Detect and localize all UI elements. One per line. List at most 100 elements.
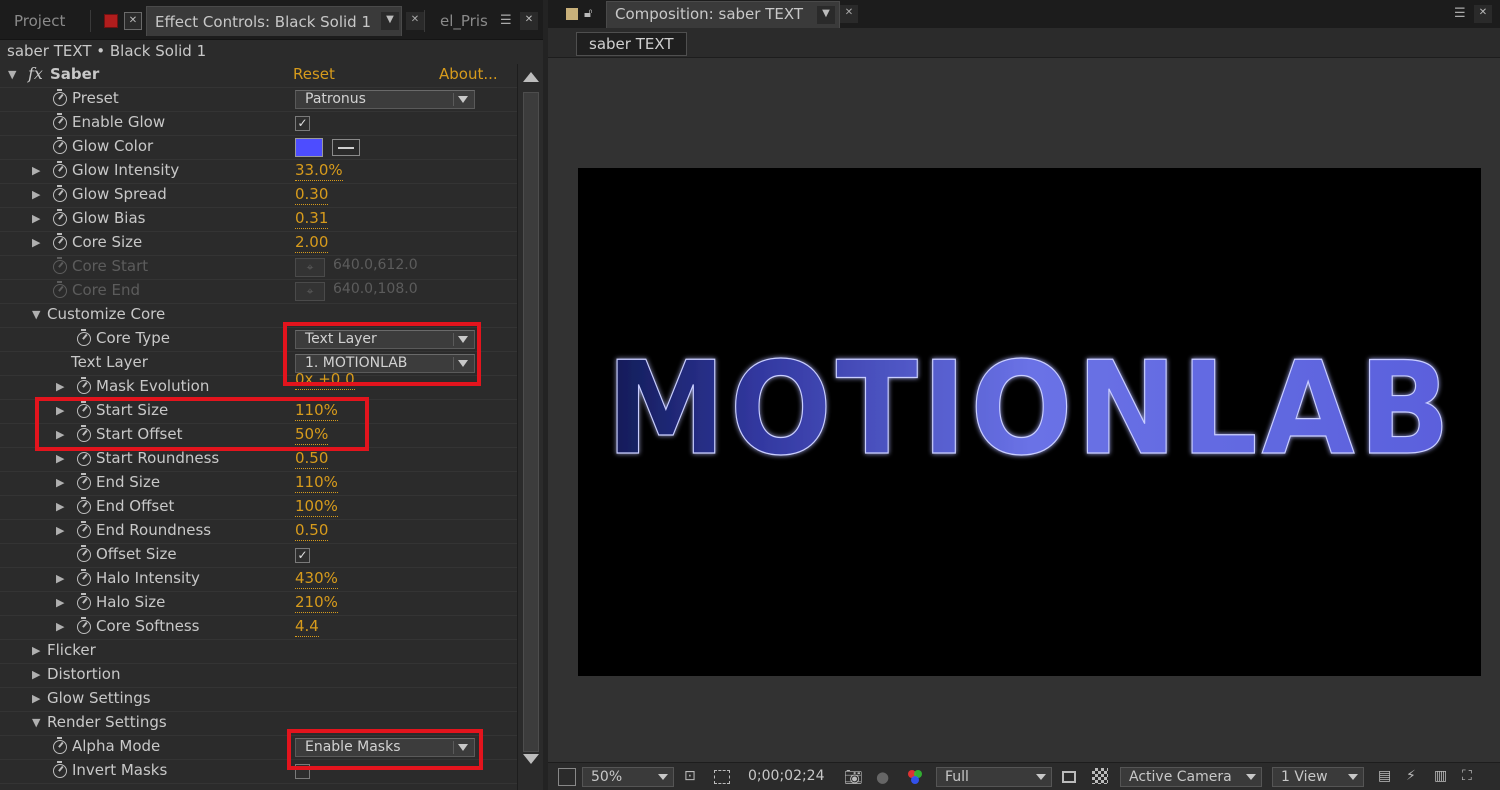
end-roundness-value[interactable]: 0.50 (295, 521, 329, 541)
close-icon[interactable]: ✕ (840, 5, 858, 23)
zoom-dropdown[interactable]: 50% (582, 767, 674, 787)
stopwatch-icon[interactable] (53, 161, 67, 178)
stopwatch-icon[interactable] (77, 593, 91, 610)
about-link[interactable]: About... (439, 65, 498, 83)
effect-header-saber[interactable]: ▼ fx Saber Reset About... (0, 64, 517, 88)
core-softness-value[interactable]: 4.4 (295, 617, 319, 637)
resolution-dropdown[interactable]: Full (936, 767, 1052, 787)
tab-composition[interactable]: Composition: saber TEXT ▼ (606, 1, 840, 28)
roi-icon[interactable] (1062, 771, 1076, 783)
start-offset-value[interactable]: 50% (295, 425, 329, 445)
expand-triangle-icon[interactable]: ▶ (56, 477, 66, 489)
expand-triangle-icon[interactable]: ▶ (32, 237, 42, 249)
group-render-settings[interactable]: ▼ Render Settings (0, 712, 517, 736)
expand-triangle-icon[interactable]: ▶ (56, 429, 66, 441)
panel-menu-icon[interactable]: ☰ (500, 14, 516, 28)
glow-color-swatch[interactable] (295, 138, 323, 157)
close-icon[interactable]: ✕ (1474, 5, 1492, 23)
invert-masks-checkbox[interactable] (295, 764, 310, 779)
end-offset-value[interactable]: 100% (295, 497, 338, 517)
view-layout-dropdown[interactable]: 1 View (1272, 767, 1364, 787)
end-size-value[interactable]: 110% (295, 473, 338, 493)
stopwatch-icon[interactable] (53, 737, 67, 754)
stopwatch-icon[interactable] (77, 617, 91, 634)
stopwatch-icon[interactable] (53, 233, 67, 250)
scroll-up-arrow-icon[interactable] (523, 72, 539, 82)
stopwatch-icon[interactable] (77, 449, 91, 466)
timeline-icon[interactable]: ▥ (1434, 768, 1452, 786)
expand-triangle-icon[interactable]: ▼ (32, 309, 42, 321)
preset-dropdown[interactable]: Patronus (295, 90, 475, 109)
expand-triangle-icon[interactable]: ▶ (32, 213, 42, 225)
fit-frame-icon[interactable]: ⊡ (684, 768, 702, 786)
stopwatch-icon[interactable] (77, 497, 91, 514)
expand-triangle-icon[interactable]: ▶ (32, 669, 42, 681)
camera-dropdown[interactable]: Active Camera (1120, 767, 1262, 787)
close-tab-icon[interactable]: ✕ (124, 12, 142, 30)
group-flicker[interactable]: ▶ Flicker (0, 640, 517, 664)
expand-triangle-icon[interactable]: ▶ (56, 573, 66, 585)
safe-area-icon[interactable] (714, 770, 730, 784)
group-customize-core[interactable]: ▼ Customize Core (0, 304, 517, 328)
stopwatch-icon[interactable] (77, 473, 91, 490)
tab-effect-controls[interactable]: Effect Controls: Black Solid 1 ▼ (146, 6, 402, 36)
timecode[interactable]: 0;00;02;24 (748, 767, 825, 787)
glow-intensity-value[interactable]: 33.0% (295, 161, 343, 181)
halo-size-value[interactable]: 210% (295, 593, 338, 613)
reset-link[interactable]: Reset (293, 65, 335, 83)
scroll-down-arrow-icon[interactable] (523, 754, 539, 764)
stopwatch-icon[interactable] (53, 761, 67, 778)
stopwatch-icon[interactable] (53, 209, 67, 226)
stopwatch-icon[interactable] (77, 329, 91, 346)
group-distortion[interactable]: ▶ Distortion (0, 664, 517, 688)
expand-triangle-icon[interactable]: ▶ (32, 693, 42, 705)
composition-breadcrumb[interactable]: saber TEXT (576, 32, 687, 56)
stopwatch-icon[interactable] (77, 377, 91, 394)
close-icon[interactable]: ✕ (406, 12, 424, 30)
glow-bias-value[interactable]: 0.31 (295, 209, 329, 229)
eyedropper-icon[interactable] (332, 139, 360, 156)
show-snapshot-icon[interactable]: ● (876, 768, 894, 786)
alpha-mode-dropdown[interactable]: Enable Masks (295, 738, 475, 757)
glow-spread-value[interactable]: 0.30 (295, 185, 329, 205)
expand-triangle-icon[interactable]: ▶ (56, 501, 66, 513)
expand-triangle-icon[interactable]: ▶ (56, 621, 66, 633)
tab-el-prism[interactable]: el_Pris (432, 6, 496, 36)
expand-triangle-icon[interactable]: ▶ (56, 453, 66, 465)
core-size-value[interactable]: 2.00 (295, 233, 329, 253)
stopwatch-icon[interactable] (53, 137, 67, 154)
stopwatch-icon[interactable] (53, 185, 67, 202)
chevron-down-icon[interactable]: ▼ (817, 6, 835, 24)
panel-lock-icon[interactable] (104, 14, 118, 28)
expand-triangle-icon[interactable]: ▶ (56, 525, 66, 537)
expand-triangle-icon[interactable]: ▶ (56, 381, 66, 393)
expand-triangle-icon[interactable]: ▶ (32, 645, 42, 657)
expand-triangle-icon[interactable]: ▶ (32, 165, 42, 177)
stopwatch-icon[interactable] (53, 89, 67, 106)
color-channels-icon[interactable] (906, 768, 924, 786)
expand-triangle-icon[interactable]: ▶ (56, 597, 66, 609)
start-size-value[interactable]: 110% (295, 401, 338, 421)
expand-triangle-icon[interactable]: ▼ (32, 717, 42, 729)
transparency-grid-icon[interactable] (1092, 768, 1108, 784)
enable-glow-checkbox[interactable]: ✓ (295, 116, 310, 131)
panel-menu-icon[interactable]: ☰ (1454, 7, 1470, 21)
stopwatch-icon[interactable] (77, 521, 91, 538)
camera-snapshot-icon[interactable]: 📷︎ (844, 768, 863, 786)
toggle-pixel-aspect-icon[interactable]: ▤ (1378, 768, 1396, 786)
offset-size-checkbox[interactable]: ✓ (295, 548, 310, 563)
core-type-dropdown[interactable]: Text Layer (295, 330, 475, 349)
region-icon[interactable] (558, 768, 576, 786)
stopwatch-icon[interactable] (53, 113, 67, 130)
close-icon[interactable]: ✕ (520, 12, 538, 30)
fast-previews-icon[interactable]: ⚡︎ (1406, 768, 1424, 786)
start-roundness-value[interactable]: 0.50 (295, 449, 329, 469)
scroll-thumb[interactable] (523, 92, 539, 752)
halo-intensity-value[interactable]: 430% (295, 569, 338, 589)
composition-canvas[interactable]: MOTIONLAB (578, 168, 1481, 676)
vertical-scrollbar[interactable] (517, 64, 543, 790)
group-glow-settings[interactable]: ▶ Glow Settings (0, 688, 517, 712)
mask-evolution-value[interactable]: 0x +0.0 (295, 370, 355, 390)
flowchart-icon[interactable]: ⛶ (1462, 768, 1480, 786)
chevron-down-icon[interactable]: ▼ (381, 12, 399, 30)
